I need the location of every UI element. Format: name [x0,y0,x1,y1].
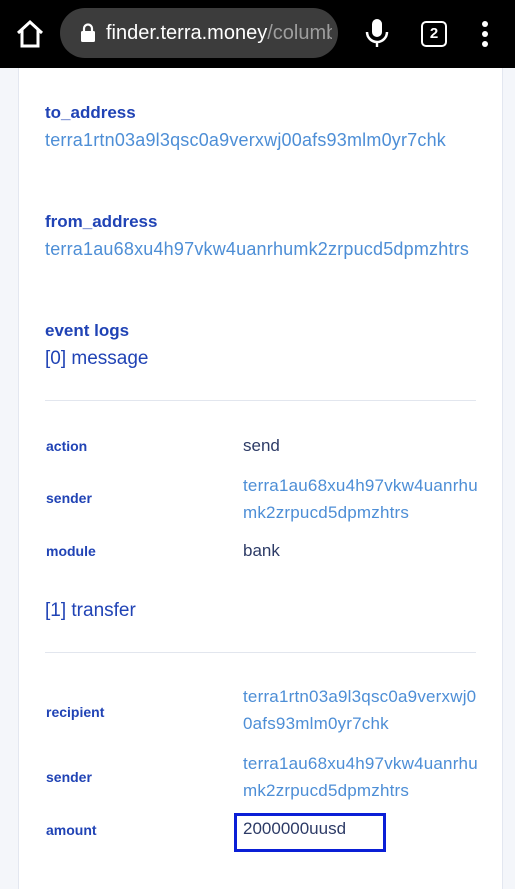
tabs-icon[interactable]: 2 [421,21,447,47]
to-address-label: to_address [45,103,136,122]
more-vert-icon[interactable] [474,18,496,50]
message-log-title: [0] message [45,348,149,369]
transfer-sender-key: sender [46,769,92,785]
recipient-link[interactable]: terra1rtn03a9l3qsc0a9verxwj00afs93mlm0yr… [243,683,479,737]
divider [45,652,476,653]
recipient-key: recipient [46,704,105,720]
sender-key: sender [46,490,92,506]
sender-link[interactable]: terra1au68xu4h97vkw4uanrhumk2zrpucd5dpmz… [243,472,479,526]
action-key: action [46,438,88,454]
home-icon[interactable] [14,18,46,50]
transfer-log-title: [1] transfer [45,600,136,621]
from-address-link[interactable]: terra1au68xu4h97vkw4uanrhumk2zrpucd5dpmz… [45,235,485,263]
to-address-link[interactable]: terra1rtn03a9l3qsc0a9verxwj00afs93mlm0yr… [45,126,485,154]
mic-icon[interactable] [362,17,392,49]
transfer-sender-link[interactable]: terra1au68xu4h97vkw4uanrhumk2zrpucd5dpmz… [243,750,479,804]
action-value: send [243,436,280,455]
event-logs-label: event logs [45,321,130,340]
amount-key: amount [46,822,97,838]
url-text: finder.terra.money/columbus-4/tx [106,21,332,45]
lock-icon [81,23,95,42]
module-key: module [46,543,96,559]
module-value: bank [243,541,280,560]
divider [45,400,476,401]
browser-toolbar: finder.terra.money/columbus-4/tx 2 [0,0,515,68]
url-path: /columbus-4/tx [267,22,332,44]
amount-highlight-box [234,813,386,852]
from-address-label: from_address [45,212,158,231]
url-host: finder.terra.money [106,22,268,44]
address-bar[interactable]: finder.terra.money/columbus-4/tx [60,8,338,58]
